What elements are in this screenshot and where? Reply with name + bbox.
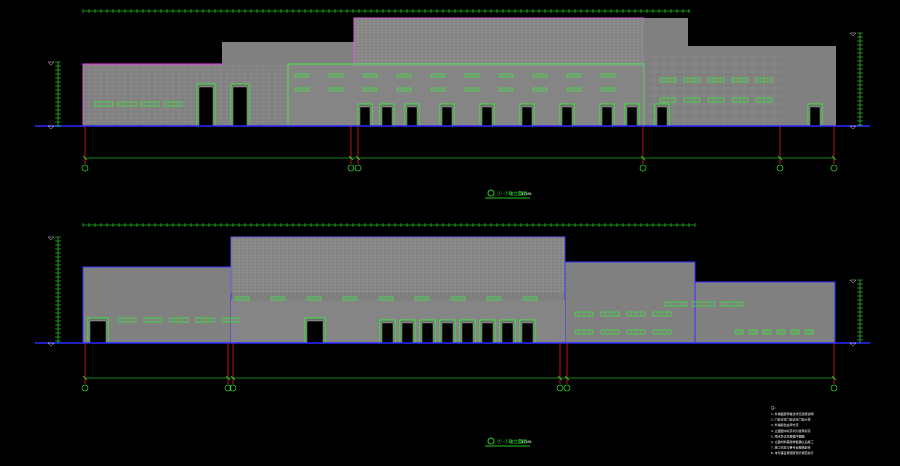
cad-drawing-canvas: ①-⑦轴立面图 1:100 ⑦-①轴立面图 1:100 注： 1.外墙面装饰做法… [0,0,900,466]
door-leaf [421,322,434,344]
door-leaf [521,106,533,127]
door-leaf [401,322,414,344]
door-leaf [481,106,493,127]
notes-heading: 注： [771,405,778,410]
door-leaf [306,320,324,344]
note-line: 1.外墙面装饰做法详见建施说明 [771,411,814,416]
door-leaf [809,106,821,127]
note-line: 7.施工时应与各专业图纸配合 [771,445,811,450]
note-line: 3.外墙颜色由甲方定 [771,422,799,427]
door-leaf [561,106,573,127]
elev1-left-block [82,63,289,127]
elev1-right-block [642,46,836,126]
elev1-scale: 1:100 [521,192,532,196]
door-leaf [381,106,393,127]
door-leaf [441,106,453,127]
door-leaf [232,86,248,127]
note-line: 5.雨水管详见屋面平面图 [771,433,805,438]
note-line: 6.立面材料需经样板确认后施工 [771,439,814,444]
note-line: 2.门窗详见门窗表及门窗大样 [771,417,811,422]
door-leaf [501,322,514,344]
elev2-right-block [564,261,696,344]
door-leaf [359,106,371,127]
elev1-lower-strip [287,63,645,127]
door-leaf [601,106,613,127]
drawing-notes: 注： 1.外墙面装饰做法详见建施说明2.门窗详见门窗表及门窗大样3.外墙颜色由甲… [771,405,814,455]
door-leaf [461,322,474,344]
door-leaf [89,320,107,344]
door-leaf [198,86,214,127]
note-line: 4.立面图中标高均为建筑标高 [771,428,811,433]
door-leaf [381,322,394,344]
door-leaf [656,106,668,127]
door-leaf [441,322,454,344]
door-leaf [481,322,494,344]
door-leaf [521,322,534,344]
door-leaf [626,106,638,127]
door-leaf [406,106,418,127]
elev2-scale: 1:100 [521,440,532,444]
note-line: 8.未尽事宜按国家现行规范执行 [771,450,814,455]
elev1-step-block [222,42,356,66]
